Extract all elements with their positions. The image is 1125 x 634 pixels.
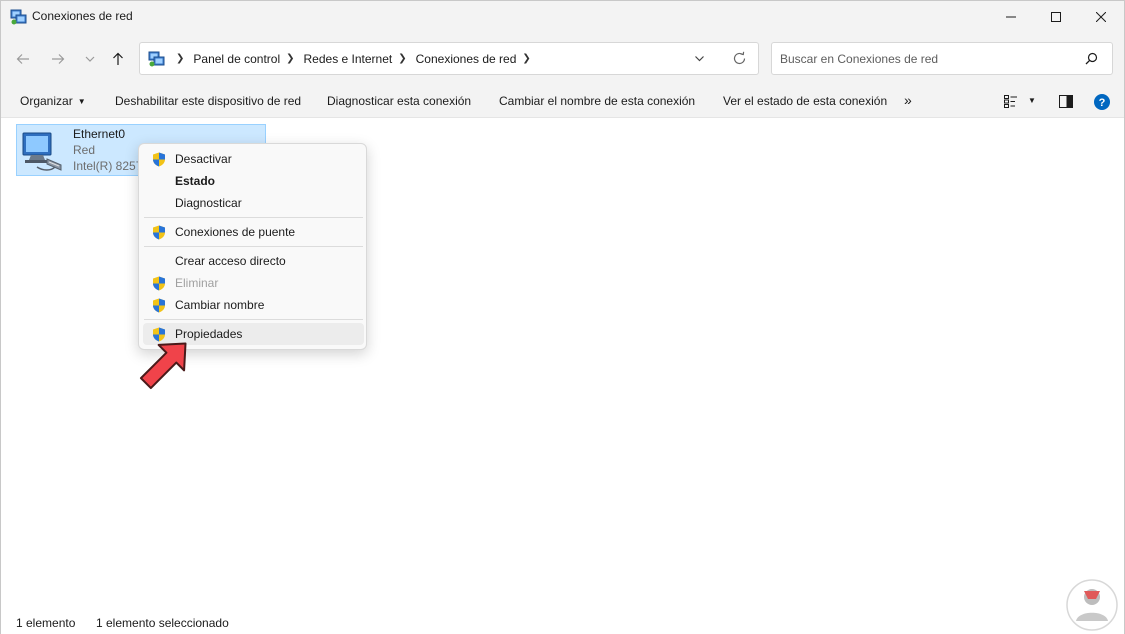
menu-separator <box>144 217 363 218</box>
connection-status: Red <box>73 143 96 157</box>
back-button[interactable] <box>12 49 34 69</box>
view-options-icon[interactable] <box>1004 95 1018 108</box>
arrow-up-icon <box>113 52 123 65</box>
search-icon[interactable] <box>1085 52 1098 65</box>
chevron-right-icon[interactable]: ❯ <box>286 53 294 64</box>
breadcrumb-control-panel[interactable]: Panel de control <box>193 52 280 66</box>
title-bar: Conexiones de red <box>1 1 1124 33</box>
window-title: Conexiones de red <box>32 9 133 23</box>
uac-shield-icon <box>153 225 165 240</box>
explorer-window: Conexiones de red ❯ Panel de control ❯ R… <box>0 0 1125 634</box>
svg-text:?: ? <box>1099 97 1106 109</box>
selected-count: 1 elemento seleccionado <box>96 616 229 630</box>
uac-shield-icon <box>153 276 165 291</box>
connection-device: Intel(R) 8257 <box>73 159 143 173</box>
view-status-button[interactable]: Ver el estado de esta conexión <box>723 94 887 108</box>
address-bar[interactable]: ❯ Panel de control ❯ Redes e Internet ❯ … <box>139 42 759 75</box>
menu-item-label: Desactivar <box>175 152 232 166</box>
organize-label: Organizar <box>20 94 73 108</box>
menu-item-delete: Eliminar <box>143 272 364 294</box>
help-icon[interactable]: ? <box>1094 94 1110 110</box>
command-bar: Organizar ▼ Deshabilitar este dispositivo… <box>1 85 1124 118</box>
up-button[interactable] <box>107 49 129 69</box>
breadcrumb: ❯ Panel de control ❯ Redes e Internet ❯ … <box>170 43 540 74</box>
menu-item-rename[interactable]: Cambiar nombre <box>143 294 364 316</box>
network-connections-icon <box>148 51 165 67</box>
menu-item-label: Conexiones de puente <box>175 225 296 239</box>
search-box[interactable] <box>771 42 1113 75</box>
chevron-right-icon[interactable]: ❯ <box>398 53 406 64</box>
rename-connection-button[interactable]: Cambiar el nombre de esta conexión <box>499 94 695 108</box>
menu-item-create-shortcut[interactable]: Crear acceso directo <box>143 250 364 272</box>
menu-item-diagnose[interactable]: Diagnosticar <box>143 192 364 214</box>
chevron-down-icon <box>85 56 95 62</box>
view-options-caret-icon[interactable]: ▼ <box>1028 96 1036 105</box>
breadcrumb-network-internet[interactable]: Redes e Internet <box>304 52 393 66</box>
menu-item-deactivate[interactable]: Desactivar <box>143 148 364 170</box>
navigation-row: ❯ Panel de control ❯ Redes e Internet ❯ … <box>1 33 1124 85</box>
menu-item-label: Crear acceso directo <box>175 254 286 268</box>
status-bar: 1 elemento 1 elemento seleccionado <box>1 610 1124 634</box>
breadcrumb-network-connections[interactable]: Conexiones de red <box>416 52 517 66</box>
menu-item-label: Diagnosticar <box>175 196 242 210</box>
connection-name: Ethernet0 <box>73 127 126 141</box>
pointer-arrow-icon <box>139 342 187 390</box>
uac-shield-icon <box>153 298 165 313</box>
close-button[interactable] <box>1078 1 1124 33</box>
minimize-icon <box>1006 16 1016 18</box>
menu-item-status[interactable]: Estado <box>143 170 364 192</box>
context-menu: Desactivar Estado Diagnosticar Conexione… <box>138 143 367 350</box>
menu-item-label: Cambiar nombre <box>175 298 265 312</box>
arrow-right-icon <box>52 54 65 64</box>
menu-separator <box>144 246 363 247</box>
disable-device-button[interactable]: Deshabilitar este dispositivo de red <box>115 94 301 108</box>
uac-shield-icon <box>153 152 165 167</box>
menu-item-label: Eliminar <box>175 276 219 290</box>
diagnose-connection-button[interactable]: Diagnosticar esta conexión <box>327 94 471 108</box>
menu-separator <box>144 319 363 320</box>
forward-button[interactable] <box>47 49 69 69</box>
chevron-down-icon[interactable] <box>694 53 705 64</box>
preview-pane-icon[interactable] <box>1059 95 1073 108</box>
arrow-left-icon <box>16 54 29 64</box>
menu-item-bridge-connections[interactable]: Conexiones de puente <box>143 221 364 243</box>
watermark-logo <box>1066 579 1118 631</box>
maximize-icon <box>1051 12 1061 22</box>
chevron-right-icon[interactable]: ❯ <box>522 53 530 64</box>
minimize-button[interactable] <box>988 1 1034 33</box>
more-commands-button[interactable]: » <box>904 92 912 108</box>
close-icon <box>1096 12 1106 22</box>
organize-button[interactable]: Organizar ▼ <box>20 94 86 108</box>
item-count: 1 elemento <box>16 616 76 630</box>
recent-locations-button[interactable] <box>79 49 101 69</box>
maximize-button[interactable] <box>1033 1 1079 33</box>
caret-down-icon: ▼ <box>77 97 86 106</box>
chevron-right-icon[interactable]: ❯ <box>176 53 184 64</box>
ethernet-adapter-icon <box>22 132 62 171</box>
menu-item-label: Estado <box>175 174 216 188</box>
network-connections-icon <box>10 9 27 25</box>
refresh-icon[interactable] <box>732 51 747 66</box>
search-input[interactable] <box>780 43 1070 74</box>
